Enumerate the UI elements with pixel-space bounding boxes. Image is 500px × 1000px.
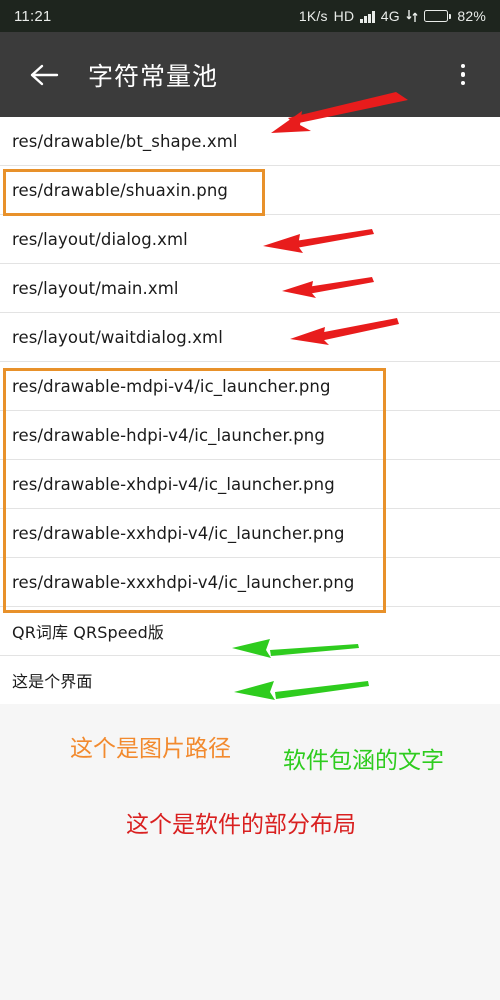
list-item[interactable]: res/layout/waitdialog.xml xyxy=(0,313,500,362)
back-arrow-icon[interactable] xyxy=(22,53,66,97)
status-bar: 11:21 1K/s HD 4G 82% xyxy=(0,0,500,32)
list-item[interactable]: res/layout/dialog.xml xyxy=(0,215,500,264)
list-item[interactable]: res/layout/main.xml xyxy=(0,264,500,313)
list-item[interactable]: res/drawable/shuaxin.png xyxy=(0,166,500,215)
app-bar: 字符常量池 xyxy=(0,32,500,117)
network-speed-label: 1K/s xyxy=(298,8,328,24)
caption-software-text: 软件包涵的文字 xyxy=(283,748,444,774)
list-item-label: res/drawable-xxxhdpi-v4/ic_launcher.png xyxy=(12,572,355,592)
caption-software-layout: 这个是软件的部分布局 xyxy=(126,812,356,838)
list-item[interactable]: res/drawable-xhdpi-v4/ic_launcher.png xyxy=(0,460,500,509)
list-item-label: res/drawable/bt_shape.xml xyxy=(12,131,238,151)
list-item[interactable]: res/drawable-xxhdpi-v4/ic_launcher.png xyxy=(0,509,500,558)
list-item-label: res/layout/waitdialog.xml xyxy=(12,327,223,347)
resource-path-list[interactable]: res/drawable/bt_shape.xml res/drawable/sh… xyxy=(0,117,500,705)
list-item-label: res/layout/dialog.xml xyxy=(12,229,188,249)
data-transfer-icon xyxy=(406,9,418,23)
list-item-label: res/drawable/shuaxin.png xyxy=(12,180,228,200)
overflow-menu-icon[interactable] xyxy=(448,58,478,92)
list-item[interactable]: 这是个界面 xyxy=(0,656,500,705)
battery-percent-label: 82% xyxy=(457,8,486,24)
caption-image-path: 这个是图片路径 xyxy=(70,736,231,762)
list-item-label: res/layout/main.xml xyxy=(12,278,179,298)
phone-screenshot: 11:21 1K/s HD 4G 82% 字符常量池 res/drawable/… xyxy=(0,0,500,1000)
list-item-label: res/drawable-xxhdpi-v4/ic_launcher.png xyxy=(12,523,345,543)
list-item-label: res/drawable-hdpi-v4/ic_launcher.png xyxy=(12,425,325,445)
status-bar-clock: 11:21 xyxy=(14,7,52,25)
list-item-label: res/drawable-mdpi-v4/ic_launcher.png xyxy=(12,376,331,396)
page-title: 字符常量池 xyxy=(88,61,219,91)
hd-label: HD xyxy=(333,8,355,24)
list-item[interactable]: res/drawable/bt_shape.xml xyxy=(0,117,500,166)
list-item-label: 这是个界面 xyxy=(12,672,93,691)
list-item-label: QR词库 QRSpeed版 xyxy=(12,623,164,642)
battery-icon xyxy=(423,10,452,22)
list-item-label: res/drawable-xhdpi-v4/ic_launcher.png xyxy=(12,474,335,494)
signal-bars-icon xyxy=(360,10,375,23)
network-type-label: 4G xyxy=(380,8,400,24)
list-item[interactable]: res/drawable-mdpi-v4/ic_launcher.png xyxy=(0,362,500,411)
list-item[interactable]: res/drawable-hdpi-v4/ic_launcher.png xyxy=(0,411,500,460)
list-item[interactable]: QR词库 QRSpeed版 xyxy=(0,607,500,656)
status-bar-indicators: 1K/s HD 4G 82% xyxy=(299,8,486,24)
list-item[interactable]: res/drawable-xxxhdpi-v4/ic_launcher.png xyxy=(0,558,500,607)
